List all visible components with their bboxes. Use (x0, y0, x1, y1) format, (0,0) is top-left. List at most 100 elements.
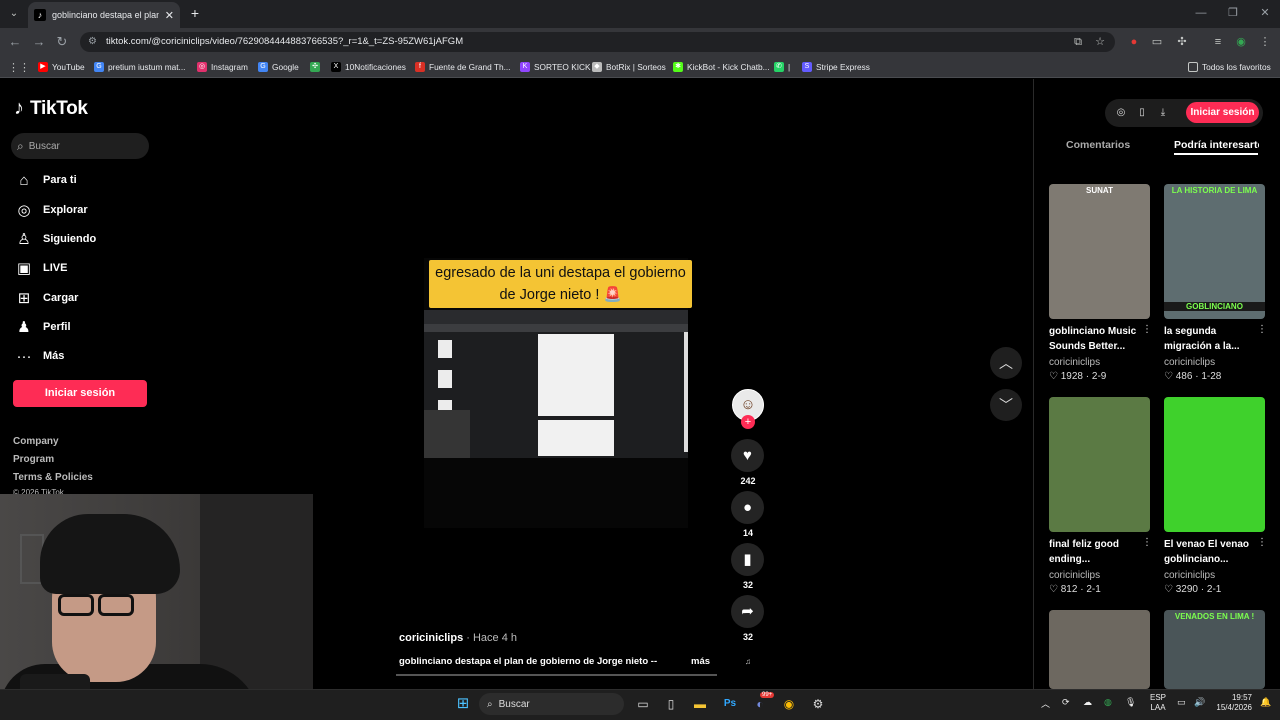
video-thumbnail[interactable] (1049, 610, 1150, 689)
video-user[interactable]: coriciniclips (1049, 570, 1100, 581)
tray-overflow-icon[interactable]: ︿ (1041, 697, 1050, 710)
tray-cloud-icon[interactable]: ☁ (1083, 697, 1092, 708)
task-view-icon[interactable]: ▭ (633, 694, 653, 714)
tab-comments[interactable]: Comentarios (1066, 139, 1130, 151)
nav-item-mas[interactable]: ··· Más (15, 346, 165, 366)
bookmark-item[interactable]: f Fuente de Grand Th... (415, 59, 510, 75)
tab-search-icon[interactable]: ⌄ (6, 6, 22, 22)
forward-icon[interactable]: → (30, 33, 48, 51)
download-icon[interactable]: ⤓ (1156, 106, 1170, 120)
chrome-menu-icon[interactable]: ⋮ (1258, 35, 1272, 49)
notifications-icon[interactable]: 🔔 (1260, 697, 1271, 708)
tray-mic-icon[interactable]: 🎙 (1125, 697, 1136, 708)
site-info-icon[interactable]: ⚙ (88, 36, 100, 48)
extension-card-icon[interactable]: ▭ (1150, 35, 1164, 49)
minimize-icon[interactable]: — (1186, 4, 1216, 22)
browser-tab[interactable]: ♪ goblinciano destapa el plan de ✕ (28, 2, 180, 28)
nav-item-perfil[interactable]: ♟ Perfil (15, 317, 165, 337)
tiktok-logo[interactable]: ♪ TikTok (14, 97, 88, 120)
comment-button[interactable]: ● (731, 491, 764, 524)
bookmark-item[interactable]: X 10Notificaciones (331, 59, 406, 75)
file-explorer-icon[interactable]: ▬ (690, 694, 710, 714)
all-bookmarks[interactable]: Todos los favoritos (1188, 59, 1271, 75)
next-video-button[interactable]: ﹀ (990, 389, 1022, 421)
apps-grid-icon[interactable]: ⋮⋮ (8, 59, 30, 75)
footer-company[interactable]: Company (13, 436, 59, 447)
tab-close-icon[interactable]: ✕ (165, 9, 174, 22)
volume-icon[interactable]: 🔊 (1194, 697, 1205, 708)
taskbar-search[interactable]: ⌕ Buscar (479, 693, 624, 715)
previous-video-button[interactable]: ︿ (990, 347, 1022, 379)
tray-sync-icon[interactable]: ⟳ (1062, 697, 1070, 708)
video-thumbnail[interactable]: LA HISTORIA DE LIMA GOBLINCIANO (1164, 184, 1265, 319)
bookmark-item[interactable]: Gpretium iustum mat... (94, 59, 185, 75)
app-settings-icon[interactable]: ⚙ (808, 694, 828, 714)
network-icon[interactable]: ▭ (1177, 697, 1186, 708)
share-button[interactable]: ➦ (731, 595, 764, 628)
bookmark-item[interactable]: K SORTEO KICK (520, 59, 591, 75)
extensions-puzzle-icon[interactable]: ✣ (1175, 35, 1189, 49)
video-author[interactable]: coriciniclips · Hace 4 h (399, 632, 517, 644)
login-button[interactable]: Iniciar sesión (13, 380, 147, 407)
address-bar[interactable]: ⚙ tiktok.com/@coriciniclips/video/762908… (80, 32, 1115, 52)
card-menu-icon[interactable]: ⋮ (1142, 324, 1152, 335)
compass-icon[interactable]: ◎ (1114, 106, 1128, 120)
video-progress-bar[interactable] (396, 674, 717, 676)
windows-start-icon[interactable]: ⊞ (453, 694, 473, 714)
bookmark-item[interactable]: ✱ KickBot - Kick Chatb... (673, 59, 770, 75)
like-button[interactable]: ♥ (731, 439, 764, 472)
install-app-icon[interactable]: ⧉ (1071, 35, 1085, 49)
close-window-icon[interactable]: ✕ (1250, 4, 1280, 22)
nav-item-siguiendo[interactable]: ♙ Siguiendo (15, 229, 165, 249)
photoshop-icon[interactable]: Ps (720, 694, 740, 714)
language-indicator[interactable]: ESP LAA (1150, 693, 1166, 713)
nav-item-explorar[interactable]: ◎ Explorar (15, 200, 165, 220)
music-disc-icon[interactable]: ♫ (733, 652, 763, 672)
panel-login-button[interactable]: Iniciar sesión (1186, 102, 1259, 123)
video-title[interactable]: final feliz good ending... (1049, 537, 1141, 567)
video-title[interactable]: El venao El venao goblinciano... (1164, 537, 1256, 567)
device-icon[interactable]: ▯ (1135, 106, 1149, 120)
bookmark-item[interactable]: S Stripe Express (802, 59, 870, 75)
video-thumbnail[interactable] (1164, 397, 1265, 532)
more-button[interactable]: más (691, 656, 710, 667)
card-menu-icon[interactable]: ⋮ (1142, 537, 1152, 548)
bookmark-item[interactable]: ▶ YouTube (38, 59, 85, 75)
profile-avatar-icon[interactable]: ◉ (1234, 35, 1248, 49)
bookmark-star-icon[interactable]: ☆ (1093, 35, 1107, 49)
back-icon[interactable]: ← (6, 33, 24, 51)
tab-interesting[interactable]: Podría interesarte (1174, 139, 1259, 151)
tray-app-icon[interactable]: ◍ (1104, 697, 1112, 708)
video-user[interactable]: coriciniclips (1164, 357, 1215, 368)
reload-icon[interactable]: ↻ (53, 33, 71, 51)
maximize-icon[interactable]: ❐ (1218, 4, 1248, 22)
nav-item-live[interactable]: ▣ LIVE (15, 258, 165, 278)
bookmark-item[interactable]: ◎ Instagram (197, 59, 248, 75)
nav-item-para-ti[interactable]: ⌂ Para ti (15, 170, 165, 190)
bookmark-item[interactable]: ◆ BotRix | Sorteos (592, 59, 666, 75)
card-menu-icon[interactable]: ⋮ (1257, 537, 1267, 548)
app-icon[interactable]: ▯ (661, 694, 681, 714)
chrome-icon[interactable]: ◉ (779, 694, 799, 714)
save-button[interactable]: ▮ (731, 543, 764, 576)
nav-item-cargar[interactable]: ⊞ Cargar (15, 288, 165, 308)
new-tab-button[interactable]: + (186, 4, 204, 22)
video-user[interactable]: coriciniclips (1164, 570, 1215, 581)
extension-record-icon[interactable]: ● (1127, 35, 1141, 49)
url-text[interactable]: tiktok.com/@coriciniclips/video/76290844… (106, 36, 463, 47)
video-thumbnail[interactable]: SUNAT (1049, 184, 1150, 319)
follow-plus-icon[interactable]: + (741, 415, 755, 429)
clock[interactable]: 19:57 15/4/2026 (1214, 693, 1252, 713)
search-input[interactable]: ⌕ Buscar (11, 133, 149, 159)
footer-program[interactable]: Program (13, 454, 54, 465)
reading-list-icon[interactable]: ≡ (1211, 35, 1225, 49)
video-user[interactable]: coriciniclips (1049, 357, 1100, 368)
card-menu-icon[interactable]: ⋮ (1257, 324, 1267, 335)
footer-terms[interactable]: Terms & Policies (13, 472, 93, 483)
video-thumbnail[interactable]: VENADOS EN LIMA ! (1164, 610, 1265, 689)
bookmark-item[interactable]: ✆ | (774, 59, 790, 75)
video-thumbnail[interactable] (1049, 397, 1150, 532)
video-title[interactable]: goblinciano Music Sounds Better... (1049, 324, 1141, 354)
bookmark-item[interactable]: ✣ (310, 59, 324, 75)
bookmark-item[interactable]: G Google (258, 59, 299, 75)
